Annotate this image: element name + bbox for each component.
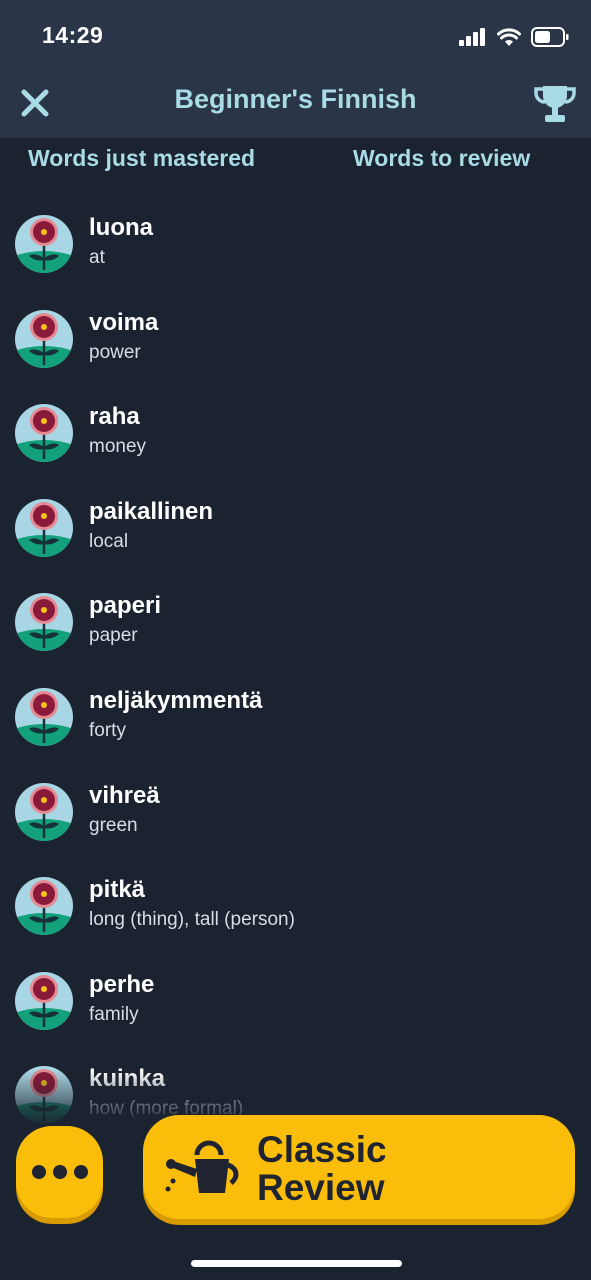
review-button-label: Classic Review [257,1129,387,1208]
flower-icon [14,592,74,652]
more-dots-icon [73,1165,88,1179]
word-definition: local [89,530,129,552]
word-term: paperi [89,592,162,620]
word-definition: family [89,1003,139,1025]
status-time: 14:29 [42,22,104,48]
classic-review-button[interactable]: Classic Review [143,1115,575,1219]
word-term: vihreä [89,781,160,809]
header-bar: 14:29 Beginner's Finnish [0,0,591,138]
flower-icon [14,687,74,747]
trophy-icon[interactable] [533,84,577,124]
word-term: paikallinen [89,497,214,525]
word-definition: forty [89,719,126,741]
word-list-item[interactable]: paikallinen local [0,484,591,579]
flower-icon [14,782,74,842]
flower-icon [14,498,74,558]
tab-words-to-review[interactable]: Words to review [353,145,530,172]
flower-icon [14,309,74,369]
word-list-item[interactable]: pitkä long (thing), tall (person) [0,862,591,957]
flower-icon [14,876,74,936]
flower-icon [14,403,74,463]
word-list-item[interactable]: paperi paper [0,578,591,673]
word-list-item[interactable]: neljäkymmentä forty [0,673,591,768]
word-term: luona [89,214,153,241]
status-icons [459,24,569,50]
word-list-item[interactable]: perhe family [0,957,591,1052]
more-options-button[interactable] [16,1126,103,1218]
cellular-signal-icon [459,28,485,46]
home-indicator[interactable] [191,1260,402,1267]
more-dots-icon [52,1165,67,1179]
word-definition: at [89,247,105,268]
word-term: pitkä [89,876,146,904]
word-term: neljäkymmentä [89,686,263,714]
screen: 14:29 Beginner's Finnish Words just mast… [0,0,591,1280]
word-definition: green [89,814,138,836]
more-dots-icon [31,1165,46,1179]
word-term: perhe [89,970,155,998]
word-list-item[interactable]: luona at [0,200,591,295]
wifi-icon [497,28,521,46]
word-list-item[interactable]: voima power [0,295,591,390]
word-list-item[interactable]: raha money [0,389,591,484]
word-definition: money [89,436,147,458]
word-definition: power [89,341,141,363]
word-list: luona at voima power raha money paikalli… [0,200,591,1146]
tab-words-just-mastered[interactable]: Words just mastered [28,145,255,172]
watering-can-icon [165,1140,239,1193]
battery-icon [531,27,569,47]
flower-icon [14,214,74,274]
word-term: raha [89,403,140,431]
word-list-item[interactable]: vihreä green [0,768,591,863]
page-title: Beginner's Finnish [174,84,417,114]
word-definition: paper [89,625,138,647]
word-term: voima [89,308,159,336]
word-definition: long (thing), tall (person) [89,909,295,931]
flower-icon [14,971,74,1031]
